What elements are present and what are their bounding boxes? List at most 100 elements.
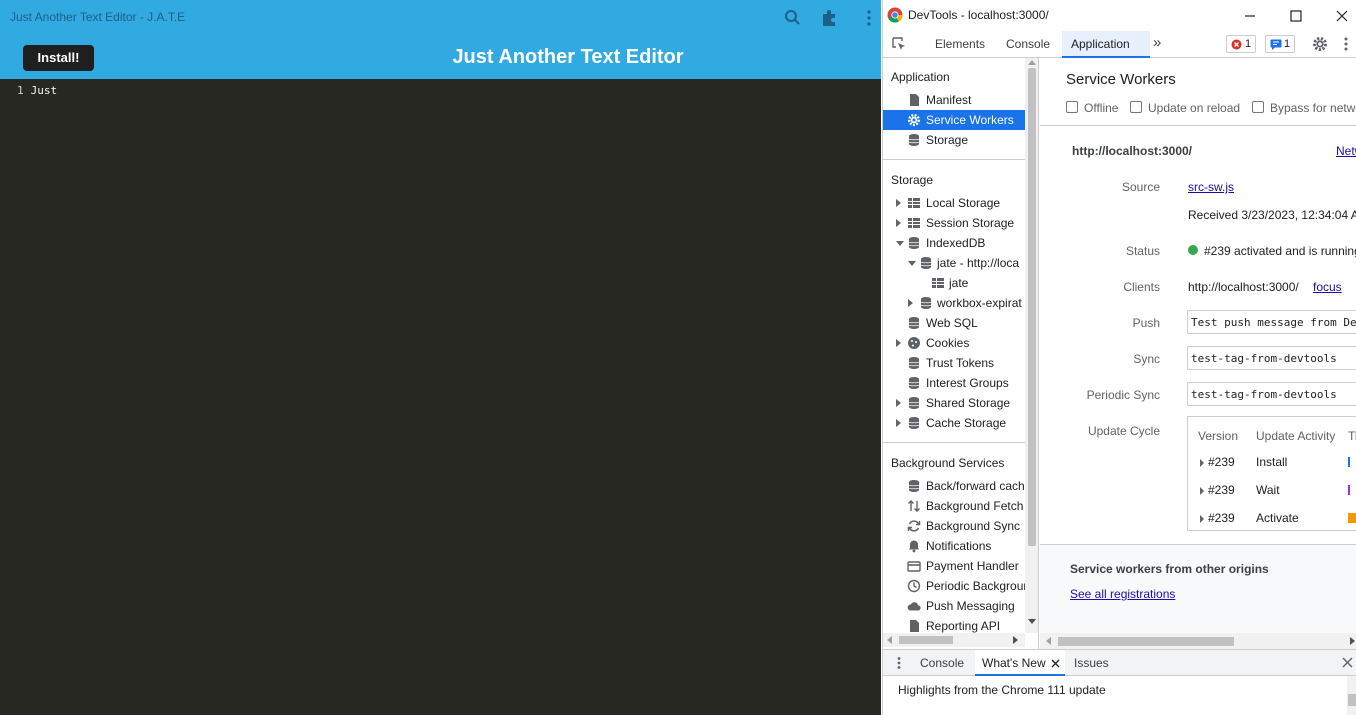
sidebar-item-background-sync[interactable]: Background Sync [883,516,1025,536]
scroll-left-arrow-icon[interactable] [1045,637,1051,645]
line-text[interactable]: Just [31,84,58,97]
database-icon [908,377,920,389]
bell-icon [908,540,920,553]
sidebar-item-interest-groups[interactable]: Interest Groups [883,373,1025,393]
panel-hscroll-thumb[interactable] [1058,637,1234,646]
sidebar-item-trust-tokens[interactable]: Trust Tokens [883,353,1025,373]
sidebar-item-label: Cache Storage [926,416,1007,430]
focus-link[interactable]: focus [1313,280,1342,294]
drawer-tab-whats-new[interactable]: What's New [975,650,1065,676]
expand-arrow-icon[interactable] [896,399,901,407]
drawer-tab-issues[interactable]: Issues [1074,656,1109,670]
column-header-update-activity: Update Activity [1256,429,1336,443]
sidebar-hscroll-thumb[interactable] [899,636,953,644]
offline-checkbox[interactable] [1066,101,1078,113]
sidebar-item-storage[interactable]: Storage [883,130,1025,150]
tab-application[interactable]: Application [1062,31,1150,58]
database-icon [908,357,920,369]
scroll-down-arrow-icon[interactable] [1028,619,1036,625]
inspect-element-icon[interactable] [891,36,907,52]
extensions-icon[interactable] [819,8,839,28]
line-number: 1 [17,84,24,97]
panel-horizontal-scrollbar[interactable] [1040,633,1356,649]
sidebar-item-manifest[interactable]: Manifest [883,90,1025,110]
expand-row-icon[interactable] [1200,459,1204,467]
push-message-input[interactable]: Test push message from De [1187,310,1356,334]
close-window-icon[interactable] [1332,6,1352,26]
scroll-left-arrow-icon[interactable] [886,636,892,644]
expand-arrow-icon[interactable] [896,219,901,227]
database-icon [908,317,920,329]
expand-arrow-icon[interactable] [896,199,901,207]
sidebar-item-service-workers[interactable]: Service Workers [883,110,1025,130]
see-all-registrations-link[interactable]: See all registrations [1070,587,1175,601]
sidebar-item-notifications[interactable]: Notifications [883,536,1025,556]
scroll-right-arrow-icon[interactable] [1013,636,1019,644]
expand-arrow-icon[interactable] [896,339,901,347]
other-origins-section: Service workers from other origins See a… [1040,545,1356,633]
periodic-sync-tag-input[interactable]: test-tag-from-devtools [1187,382,1356,406]
more-menu-icon[interactable] [859,8,879,28]
collapse-arrow-icon[interactable] [908,261,916,266]
sidebar-item-indexeddb[interactable]: IndexedDB [883,233,1025,253]
sidebar-item-session-storage[interactable]: Session Storage [883,213,1025,233]
sidebar-item-cache-storage[interactable]: Cache Storage [883,413,1025,433]
status-text: #239 activated and is running [1204,244,1356,258]
received-timestamp: Received 3/23/2023, 12:34:04 AM [1188,208,1356,222]
minimize-icon[interactable] [1240,6,1260,26]
expand-arrow-icon[interactable] [896,419,901,427]
scroll-up-arrow-icon[interactable] [1028,59,1036,65]
sidebar-scroll-thumb[interactable] [1028,68,1036,546]
close-tab-icon[interactable] [1051,659,1060,668]
sidebar-vertical-scrollbar[interactable] [1025,58,1038,633]
sidebar-item-push-messaging[interactable]: Push Messaging [883,596,1025,616]
expand-row-icon[interactable] [1200,487,1204,495]
expand-arrow-icon[interactable] [908,299,913,307]
sidebar-item-payment-handler[interactable]: Payment Handler [883,556,1025,576]
database-icon [908,237,920,249]
editor-line[interactable]: 1 Just [17,84,57,97]
zoom-icon[interactable] [783,8,803,28]
tab-elements[interactable]: Elements [935,37,985,51]
drawer-scrollbar[interactable] [1347,676,1356,715]
collapse-arrow-icon[interactable] [896,241,904,246]
settings-gear-icon[interactable] [1312,36,1328,52]
customize-menu-icon[interactable] [1341,36,1351,52]
sidebar-item-periodic-background-sync[interactable]: Periodic Backgrour [883,576,1025,596]
maximize-icon[interactable] [1286,6,1306,26]
sidebar-item-label: Session Storage [926,216,1015,230]
scroll-right-arrow-icon[interactable] [1350,637,1356,645]
sidebar-item-web-sql[interactable]: Web SQL [883,313,1025,333]
errors-badge[interactable]: 1 [1226,35,1257,53]
service-worker-origin: http://localhost:3000/ [1072,144,1193,158]
sidebar-item-label: Web SQL [926,316,978,330]
sidebar-item-back-forward-cache[interactable]: Back/forward cach [883,476,1025,496]
bypass-network-checkbox[interactable] [1252,101,1264,113]
sidebar-item-jate-store[interactable]: jate [883,273,1025,293]
sidebar-item-cookies[interactable]: Cookies [883,333,1025,353]
activity-cell: Wait [1256,483,1280,497]
sidebar-item-label: Reporting API [926,619,1001,633]
drawer-tab-console[interactable]: Console [920,656,964,670]
update-on-reload-checkbox[interactable] [1130,101,1142,113]
sync-tag-input[interactable]: test-tag-from-devtools [1187,346,1356,370]
expand-row-icon[interactable] [1200,515,1204,523]
network-requests-link[interactable]: Netw [1336,144,1356,158]
sidebar-item-label: IndexedDB [926,236,986,250]
sidebar-item-workbox[interactable]: workbox-expirat [883,293,1025,313]
sidebar-horizontal-scrollbar[interactable] [883,633,1025,647]
sidebar-item-background-fetch[interactable]: Background Fetch [883,496,1025,516]
sidebar-item-jate-db[interactable]: jate - http://loca [883,253,1025,273]
tab-console[interactable]: Console [1006,37,1050,51]
sidebar-item-local-storage[interactable]: Local Storage [883,193,1025,213]
drawer-scroll-thumb[interactable] [1348,694,1356,706]
sidebar-item-shared-storage[interactable]: Shared Storage [883,393,1025,413]
code-editor[interactable]: 1 Just [0,79,881,715]
source-file-link[interactable]: src-sw.js [1188,180,1234,194]
more-tabs-chevron[interactable]: » [1153,34,1161,51]
whats-new-highlights: Highlights from the Chrome 111 update [898,683,1106,697]
messages-badge[interactable]: 1 [1265,35,1296,53]
sidebar-header-background-services: Background Services [891,456,1005,470]
drawer-menu-icon[interactable] [895,656,903,670]
close-drawer-icon[interactable] [1342,657,1353,668]
